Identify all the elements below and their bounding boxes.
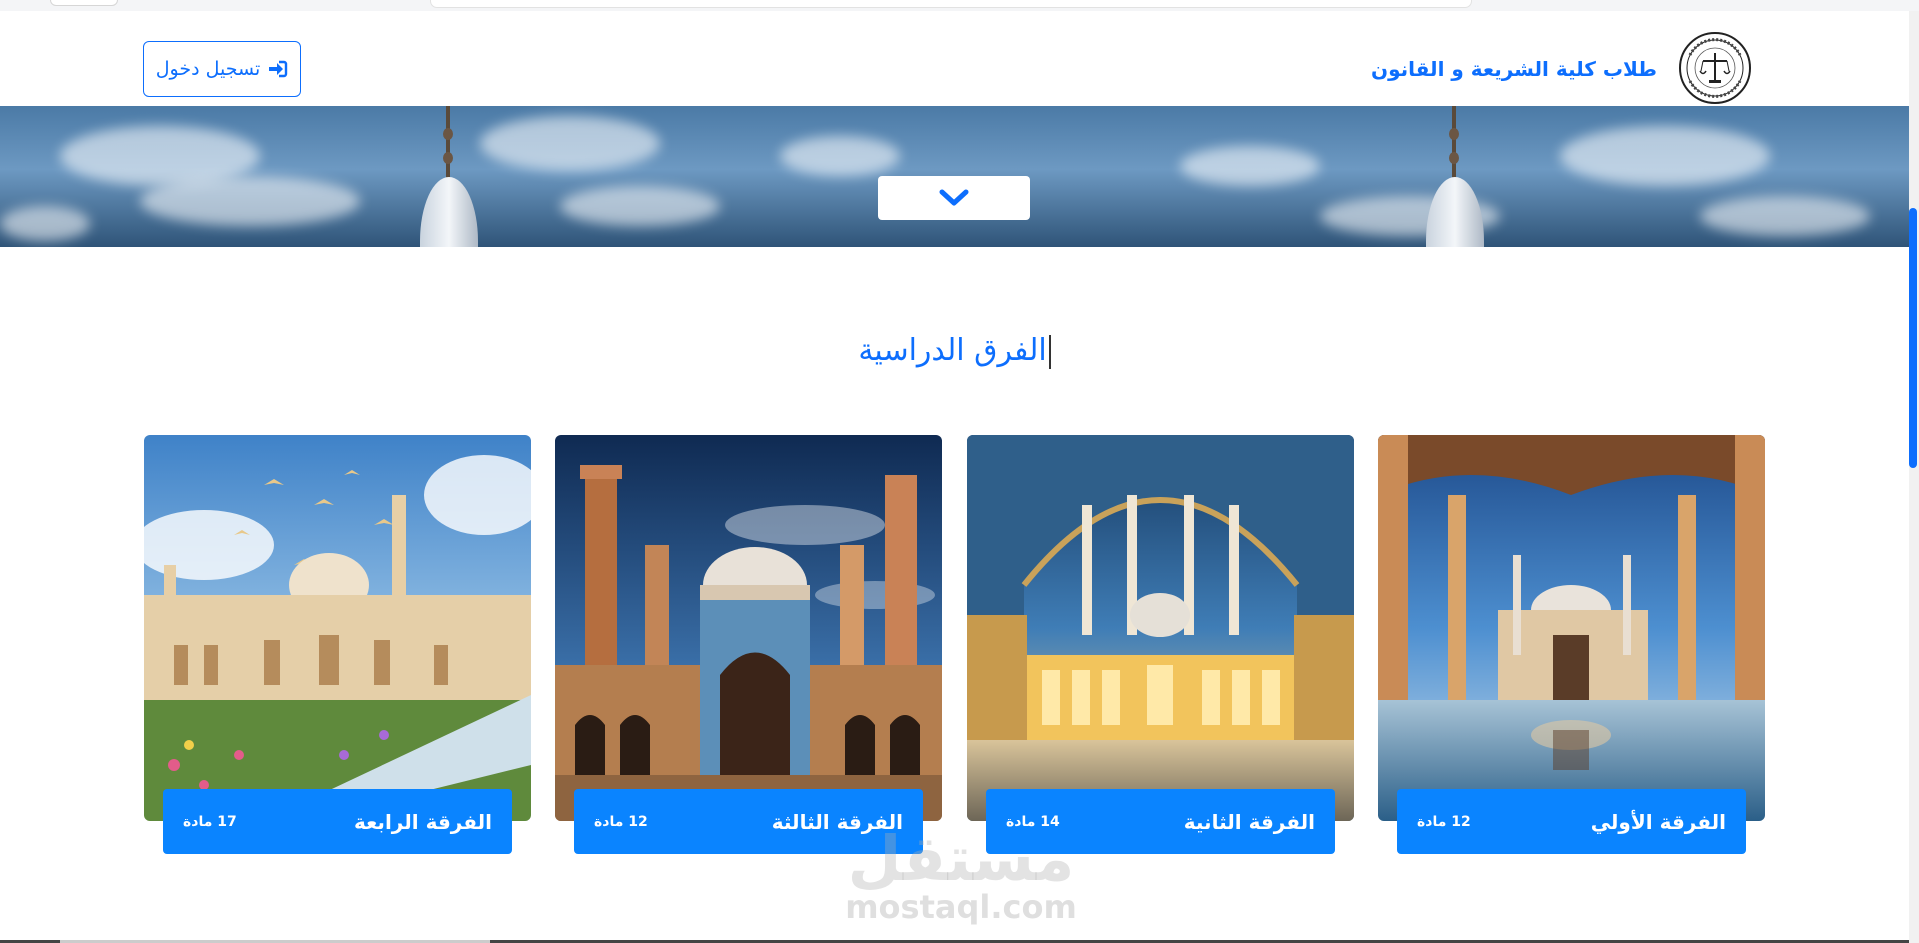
card-subject-count: 17 مادة [183, 813, 237, 830]
watermark-arabic: مستقل [847, 822, 1075, 895]
year-card-3[interactable] [555, 435, 942, 821]
mosque-facade-image [555, 435, 942, 821]
hero-banner [0, 106, 1909, 247]
navbar: تسجيل دخول طلاب كلية الشريعة و القانون [0, 11, 1919, 106]
page-scrollbar[interactable] [1909, 11, 1919, 943]
address-bar[interactable] [430, 0, 1472, 8]
browser-tab[interactable] [50, 0, 118, 6]
card-title: الفرقة الأولي [1590, 809, 1726, 834]
year-card-4[interactable] [144, 435, 531, 821]
text-cursor [1048, 334, 1051, 369]
scroll-down-button[interactable] [878, 176, 1030, 220]
login-label: تسجيل دخول [155, 58, 261, 80]
site-name[interactable]: طلاب كلية الشريعة و القانون [1371, 57, 1657, 81]
scrollbar-thumb[interactable] [1909, 208, 1917, 468]
university-seal-logo[interactable] [1678, 31, 1752, 105]
card-title: الفرقة الرابعة [354, 809, 492, 834]
login-button[interactable]: تسجيل دخول [143, 41, 301, 97]
mosque-interior-image [967, 435, 1354, 821]
chevron-down-icon [939, 189, 969, 206]
sign-in-icon [269, 60, 288, 78]
year-card-2[interactable] [967, 435, 1354, 821]
mosque-garden-image [144, 435, 531, 821]
card-subject-count: 12 مادة [1417, 813, 1471, 830]
year-card-4-label[interactable]: الفرقة الرابعة 17 مادة [163, 789, 512, 854]
mosque-courtyard-image [1378, 435, 1765, 821]
year-card-1[interactable] [1378, 435, 1765, 821]
card-subject-count: 12 مادة [594, 813, 648, 830]
watermark-latin: mostaql.com [845, 888, 1077, 926]
card-title: الفرقة الثانية [1183, 809, 1315, 834]
section-title-text: الفرق الدراسية [858, 333, 1047, 368]
year-card-1-label[interactable]: الفرقة الأولي 12 مادة [1397, 789, 1746, 854]
section-title: الفرق الدراسية [0, 333, 1909, 369]
